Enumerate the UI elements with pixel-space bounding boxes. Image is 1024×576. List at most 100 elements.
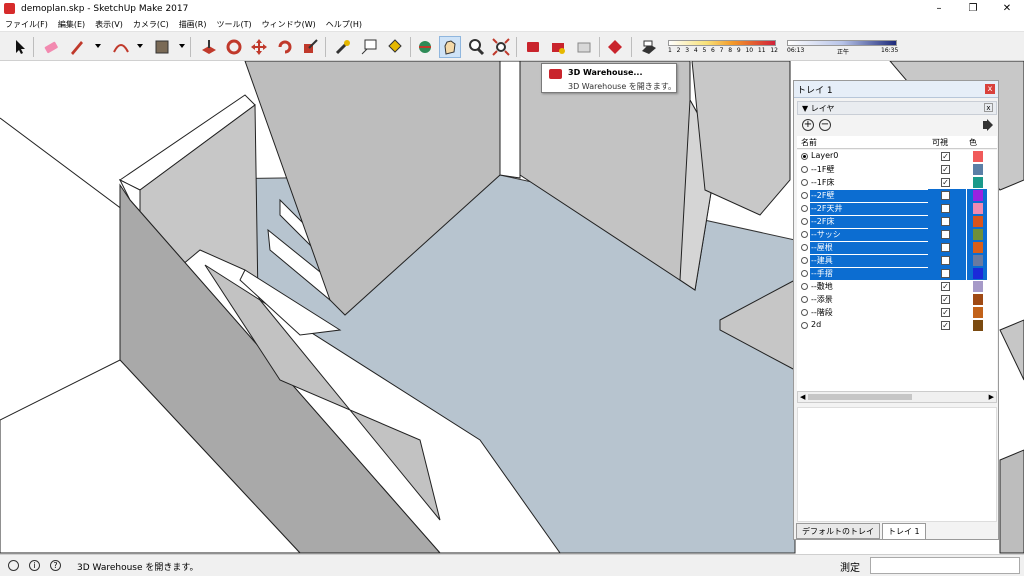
- arc-dropdown-icon[interactable]: [137, 44, 143, 48]
- layer-row[interactable]: --建具: [797, 254, 987, 267]
- layer-name[interactable]: 2d: [811, 320, 821, 329]
- select-tool-icon[interactable]: [9, 36, 31, 58]
- maximize-button[interactable]: ❐: [956, 0, 990, 17]
- active-layer-radio[interactable]: [801, 322, 808, 329]
- paint-bucket-tool-icon[interactable]: [384, 36, 406, 58]
- layer-visible-checkbox[interactable]: [941, 191, 950, 200]
- layer-row[interactable]: 2d ✓: [797, 319, 987, 332]
- layer-row[interactable]: --2F天井: [797, 202, 987, 215]
- col-visible[interactable]: 可視: [932, 137, 948, 148]
- layer-color-swatch[interactable]: [973, 307, 983, 318]
- layer-color-swatch[interactable]: [973, 216, 983, 227]
- minimize-button[interactable]: –: [922, 0, 956, 17]
- share-component-icon[interactable]: [547, 36, 569, 58]
- menu-tools[interactable]: ツール(T): [212, 19, 257, 30]
- scroll-right-icon[interactable]: ▶: [989, 393, 994, 401]
- active-layer-radio[interactable]: [801, 179, 808, 186]
- layer-visible-checkbox[interactable]: [941, 217, 950, 226]
- menu-view[interactable]: 表示(V): [90, 19, 128, 30]
- layer-visible-checkbox[interactable]: ✓: [941, 178, 950, 187]
- move-tool-icon[interactable]: [248, 36, 270, 58]
- layer-name[interactable]: --サッシ: [810, 229, 941, 241]
- layer-name[interactable]: --2F床: [810, 216, 941, 228]
- active-layer-radio[interactable]: [801, 166, 808, 173]
- rectangle-dropdown-icon[interactable]: [179, 44, 185, 48]
- col-name[interactable]: 名前: [801, 137, 817, 148]
- layer-color-swatch[interactable]: [973, 190, 983, 201]
- active-layer-radio[interactable]: [801, 270, 808, 277]
- layer-name[interactable]: Layer0: [811, 151, 838, 160]
- pencil-dropdown-icon[interactable]: [95, 44, 101, 48]
- menu-camera[interactable]: カメラ(C): [128, 19, 174, 30]
- active-layer-radio[interactable]: [801, 257, 808, 264]
- col-color[interactable]: 色: [969, 137, 977, 148]
- shadow-month-slider[interactable]: [668, 40, 776, 46]
- active-layer-radio[interactable]: [801, 192, 808, 199]
- measurements-input[interactable]: [870, 557, 1020, 574]
- layer-color-swatch[interactable]: [973, 242, 983, 253]
- orbit-tool-icon[interactable]: [414, 36, 436, 58]
- active-layer-radio[interactable]: [801, 296, 808, 303]
- pan-tool-icon[interactable]: [439, 36, 461, 58]
- layer-name[interactable]: --階段: [811, 307, 833, 318]
- layer-name[interactable]: --敷地: [811, 281, 833, 292]
- scale-tool-icon[interactable]: [299, 36, 321, 58]
- follow-me-tool-icon[interactable]: [223, 36, 245, 58]
- layer-row[interactable]: --サッシ: [797, 228, 987, 241]
- 3d-warehouse-icon[interactable]: [522, 36, 544, 58]
- geo-location-icon[interactable]: [8, 560, 19, 571]
- extension-warehouse-icon[interactable]: [604, 36, 626, 58]
- layer-color-swatch[interactable]: [973, 294, 983, 305]
- layer-visible-checkbox[interactable]: ✓: [941, 282, 950, 291]
- push-pull-tool-icon[interactable]: [198, 36, 220, 58]
- layer-name[interactable]: --手摺: [810, 268, 941, 280]
- layer-name[interactable]: --建具: [810, 255, 941, 267]
- layer-row[interactable]: --屋根: [797, 241, 987, 254]
- active-layer-radio[interactable]: [801, 218, 808, 225]
- layer-color-swatch[interactable]: [973, 151, 983, 162]
- layer-visible-checkbox[interactable]: [941, 269, 950, 278]
- layer-visible-checkbox[interactable]: ✓: [941, 308, 950, 317]
- layer-visible-checkbox[interactable]: ✓: [941, 165, 950, 174]
- zoom-extents-tool-icon[interactable]: [490, 36, 512, 58]
- help-icon[interactable]: ?: [50, 560, 61, 571]
- active-layer-radio[interactable]: [801, 205, 808, 212]
- layer-visible-checkbox[interactable]: ✓: [941, 321, 950, 330]
- layers-panel-close-button[interactable]: x: [984, 103, 993, 112]
- active-layer-radio[interactable]: [801, 244, 808, 251]
- text-tool-icon[interactable]: [358, 36, 380, 58]
- layer-row[interactable]: --添景 ✓: [797, 293, 987, 306]
- add-layer-icon[interactable]: +: [802, 119, 814, 131]
- layer-row[interactable]: --1F床 ✓: [797, 176, 987, 189]
- pencil-tool-icon[interactable]: [66, 36, 88, 58]
- tape-measure-tool-icon[interactable]: [332, 36, 354, 58]
- tab-default-tray[interactable]: デフォルトのトレイ: [796, 523, 880, 539]
- layer-color-swatch[interactable]: [973, 203, 983, 214]
- menu-file[interactable]: ファイル(F): [0, 19, 53, 30]
- remove-layer-icon[interactable]: −: [819, 119, 831, 131]
- active-layer-radio[interactable]: [801, 283, 808, 290]
- tray-close-button[interactable]: x: [985, 84, 995, 94]
- rotate-tool-icon[interactable]: [274, 36, 296, 58]
- layer-row[interactable]: --敷地 ✓: [797, 280, 987, 293]
- info-icon[interactable]: i: [29, 560, 40, 571]
- menu-edit[interactable]: 編集(E): [53, 19, 90, 30]
- scroll-left-icon[interactable]: ◀: [800, 393, 805, 401]
- close-button[interactable]: ✕: [990, 0, 1024, 17]
- layer-visible-checkbox[interactable]: ✓: [941, 295, 950, 304]
- tab-tray-1[interactable]: トレイ 1: [882, 523, 926, 539]
- layer-name[interactable]: --2F天井: [810, 203, 941, 215]
- layer-row[interactable]: --2F壁: [797, 189, 987, 202]
- layer-color-swatch[interactable]: [973, 281, 983, 292]
- layer-row[interactable]: --2F床: [797, 215, 987, 228]
- layers-panel-header[interactable]: ▼ レイヤ x: [797, 101, 997, 115]
- share-model-icon[interactable]: [573, 36, 595, 58]
- layer-color-swatch[interactable]: [973, 164, 983, 175]
- layer-visible-checkbox[interactable]: [941, 256, 950, 265]
- layer-row[interactable]: --手摺: [797, 267, 987, 280]
- layer-color-swatch[interactable]: [973, 255, 983, 266]
- layer-name[interactable]: --2F壁: [810, 190, 941, 202]
- layer-row[interactable]: --1F壁 ✓: [797, 163, 987, 176]
- layer-name[interactable]: --1F壁: [811, 164, 834, 175]
- menu-help[interactable]: ヘルプ(H): [321, 19, 367, 30]
